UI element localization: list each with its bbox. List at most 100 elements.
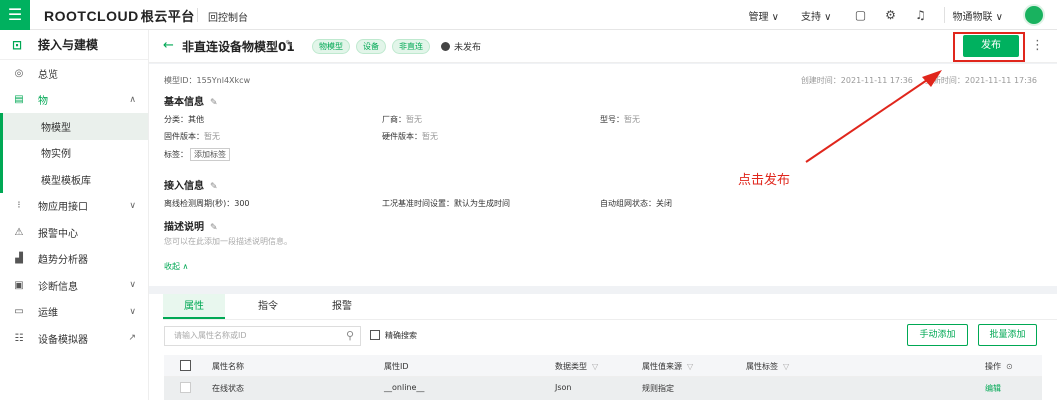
chevron-up-icon: ∧: [129, 94, 136, 105]
edit-icon[interactable]: ✎: [210, 182, 218, 192]
sidebar-item-label: 物应用接口: [38, 202, 88, 214]
search-input[interactable]: 请输入属性名称或ID ⚲: [164, 326, 361, 346]
sidebar-item-overview[interactable]: ◎ 总览: [0, 60, 148, 87]
checkbox[interactable]: [370, 330, 380, 340]
category-label: 分类：: [164, 115, 188, 124]
bell-icon[interactable]: ♫: [914, 8, 928, 22]
menu-support[interactable]: 支持 ∨: [801, 8, 832, 23]
edit-icon[interactable]: ✎: [210, 223, 218, 233]
cell-id: __online__: [384, 383, 425, 392]
col-source-label: 属性值来源: [642, 362, 682, 371]
publish-button[interactable]: 发布: [963, 35, 1019, 57]
sidebar-item-api[interactable]: ⁝ 物应用接口 ∨: [0, 193, 148, 220]
filter-icon[interactable]: ▽: [687, 362, 693, 371]
console-link[interactable]: 回控制台: [208, 9, 248, 24]
row-checkbox[interactable]: [180, 382, 191, 393]
manual-add-button[interactable]: 手动添加: [907, 324, 968, 346]
field-vendor: 厂商：暂无: [382, 114, 422, 125]
sidebar-item-label: 报警中心: [38, 228, 78, 240]
divider: [149, 286, 1057, 294]
timestamps: 创建时间：2021-11-11 17:36 更新时间：2021-11-11 17:…: [801, 75, 1037, 86]
model-id: 模型ID：155Ynl4Xkcw: [164, 76, 251, 85]
tab-alarms[interactable]: 报警: [311, 294, 373, 319]
main-area: ← 非直连设备物模型01 ✎ 物模型 设备 非直连 未发布 发布 ⋮ 模型ID：…: [149, 30, 1057, 400]
created-time: 创建时间：2021-11-11 17:36: [800, 76, 913, 85]
sidebar-item-label: 趋势分析器: [38, 255, 88, 267]
logo[interactable]: ROOTCLOUD 根云平台: [44, 6, 195, 25]
add-tag-button[interactable]: 添加标签: [190, 148, 230, 161]
description-title: 描述说明 ✎: [164, 218, 218, 233]
exact-search-label: 精确搜索: [385, 331, 417, 340]
api-icon: ⁝: [17, 200, 21, 212]
org-switcher[interactable]: 物通物联 ∨: [953, 8, 1004, 23]
tab-bar: 属性 指令 报警: [163, 294, 1057, 320]
dashboard-icon: ◎: [14, 67, 24, 79]
more-icon[interactable]: ⋮: [1031, 38, 1044, 53]
sidebar-item-thing-model[interactable]: 物模型: [0, 113, 148, 140]
menu-manage[interactable]: 管理 ∨: [749, 8, 780, 23]
sidebar-item-label: 设备模拟器: [38, 334, 88, 346]
collapse-link[interactable]: 收起 ∧: [164, 261, 188, 272]
alarm-icon: ⚠: [14, 226, 24, 238]
external-link-icon: ↗: [128, 333, 136, 344]
category-value: 其他: [188, 115, 204, 124]
page-title: 非直连设备物模型01: [182, 40, 295, 54]
simulator-icon: ☷: [14, 332, 24, 344]
sidebar-item-diagnosis[interactable]: ▣ 诊断信息 ∨: [0, 272, 148, 299]
content-panel: 模型ID：155Ynl4Xkcw 创建时间：2021-11-11 17:36 更新…: [149, 64, 1057, 400]
field-network-status: 自动组网状态：关闭: [600, 199, 672, 208]
chevron-down-icon: ∨: [129, 280, 136, 291]
field-tags: 标签： 添加标签: [164, 148, 230, 161]
tag-device: 设备: [356, 39, 386, 54]
description-label: 描述说明: [164, 222, 204, 233]
settings-icon[interactable]: ⚙: [884, 8, 898, 22]
sidebar-item-trend[interactable]: ▟ 趋势分析器: [0, 246, 148, 273]
filter-icon[interactable]: ▽: [592, 362, 598, 371]
divider: [943, 7, 945, 23]
tag-thing-model: 物模型: [312, 39, 350, 54]
col-type[interactable]: 数据类型 ▽: [555, 361, 598, 372]
sidebar-item-template-library[interactable]: 模型模板库: [0, 166, 148, 193]
cell-type: Json: [555, 383, 572, 392]
select-all-checkbox[interactable]: [180, 360, 191, 371]
access-info-label: 接入信息: [164, 181, 204, 192]
annotation-text: 点击发布: [738, 173, 791, 188]
col-action-label: 操作: [985, 362, 1001, 371]
col-source[interactable]: 属性值来源 ▽: [642, 361, 693, 372]
settings-icon[interactable]: ⊙: [1006, 362, 1013, 371]
edit-icon[interactable]: ✎: [285, 39, 293, 50]
menu-icon[interactable]: ☰: [0, 0, 30, 30]
vendor-value: 暂无: [406, 115, 422, 124]
filter-icon[interactable]: ▽: [783, 362, 789, 371]
document-icon[interactable]: ▢: [854, 8, 868, 22]
tab-properties[interactable]: 属性: [163, 294, 225, 319]
sidebar-item-things[interactable]: ▤ 物 ∧: [0, 87, 148, 114]
hardware-value: 暂无: [422, 132, 438, 141]
back-arrow-icon[interactable]: ←: [163, 38, 174, 53]
sidebar-item-ops[interactable]: ▭ 运维 ∨: [0, 299, 148, 326]
avatar[interactable]: [1023, 4, 1045, 26]
exact-search-checkbox[interactable]: 精确搜索: [370, 330, 417, 341]
chart-icon: ▟: [15, 253, 23, 265]
table-row: 在线状态 __online__ Json 规则指定 编辑: [164, 377, 1042, 400]
sidebar-item-simulator[interactable]: ☷ 设备模拟器 ↗: [0, 325, 148, 352]
tag-list: 物模型 设备 非直连: [312, 39, 436, 54]
chevron-down-icon: ∨: [129, 200, 136, 211]
hardware-label: 硬件版本：: [382, 132, 422, 141]
sidebar-item-label: 总览: [38, 69, 58, 81]
col-tag[interactable]: 属性标签 ▽: [746, 361, 789, 372]
tab-commands[interactable]: 指令: [237, 294, 299, 319]
field-model: 型号：暂无: [600, 114, 640, 125]
edit-icon[interactable]: ✎: [210, 98, 218, 108]
sidebar: ⊡ 接入与建模 ◎ 总览 ▤ 物 ∧ 物模型 物实例 模型模板库 ⁝ 物应用接口 ∨ ⚠ 报警…: [0, 30, 149, 400]
field-hardware: 硬件版本：暂无: [382, 131, 438, 142]
tag-non-direct: 非直连: [392, 39, 430, 54]
sidebar-item-alarm[interactable]: ⚠ 报警中心: [0, 219, 148, 246]
monitor-icon: ▭: [14, 306, 24, 318]
search-icon[interactable]: ⚲: [346, 327, 354, 345]
table-header: 属性名称 属性ID 数据类型 ▽ 属性值来源 ▽ 属性标签 ▽ 操作 ⊙: [164, 355, 1042, 377]
sidebar-item-thing-instance[interactable]: 物实例: [0, 139, 148, 166]
status-icon: [441, 42, 450, 51]
batch-add-button[interactable]: 批量添加: [978, 324, 1037, 346]
edit-link[interactable]: 编辑: [985, 383, 1001, 394]
